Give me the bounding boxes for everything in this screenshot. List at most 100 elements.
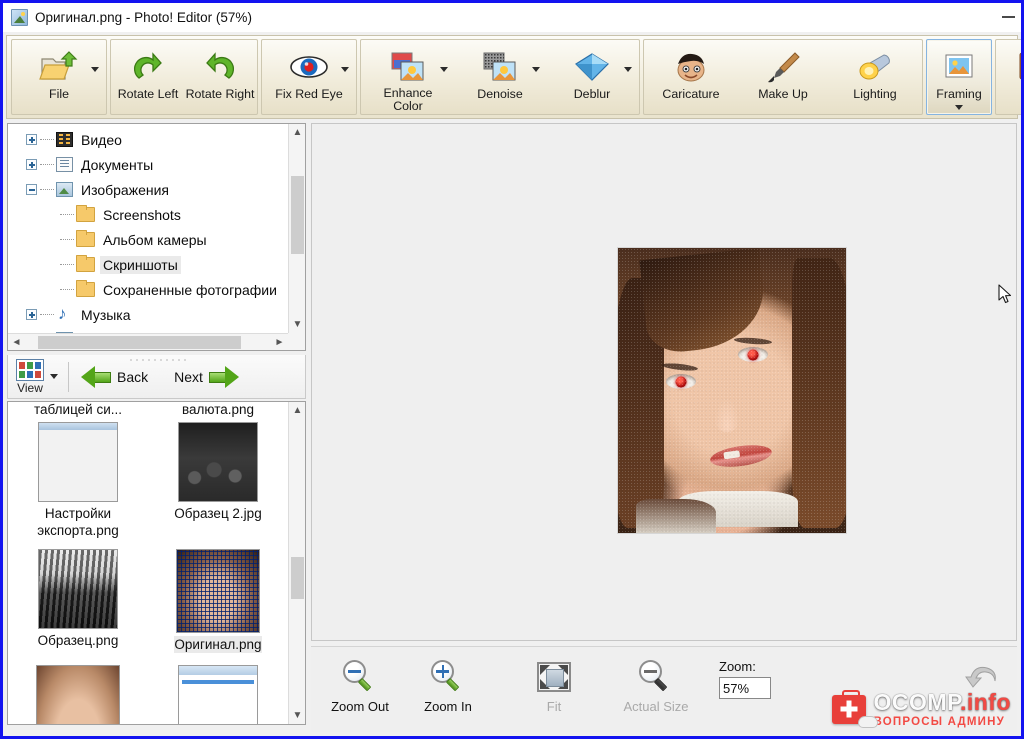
deblur-dropdown-caret[interactable] — [624, 67, 632, 72]
framing-dropdown-caret[interactable] — [955, 105, 963, 110]
thumbnail-label-selected: Оригинал.png — [174, 636, 262, 653]
tree-scroll-left-button[interactable]: ◄ — [8, 334, 25, 350]
tree-connector — [40, 139, 54, 140]
zoom-in-button[interactable]: Zoom In — [409, 657, 487, 714]
enhance-color-button[interactable]: Enhance Color — [362, 41, 454, 113]
next-button[interactable]: Next — [174, 365, 239, 388]
framing-label: Framing — [936, 87, 982, 101]
enhance-color-icon — [390, 48, 426, 85]
photo-eyebrow-right — [733, 336, 773, 346]
thumbnail-image — [38, 549, 118, 629]
toolbar-group-file: File — [11, 39, 107, 115]
help-book-icon: ? — [1017, 48, 1021, 86]
expand-icon[interactable] — [26, 134, 37, 145]
photo-mouth — [708, 441, 774, 471]
view-dropdown-caret[interactable] — [50, 374, 58, 379]
rotate-left-button[interactable]: Rotate Left — [112, 41, 184, 113]
undo-arrow-icon[interactable] — [965, 661, 999, 691]
tree-item-5[interactable]: Скриншоты — [8, 252, 288, 277]
denoise-dropdown-caret[interactable] — [532, 67, 540, 72]
file-label: File — [49, 87, 69, 101]
framing-button[interactable]: Framing — [928, 41, 990, 113]
make-up-button[interactable]: Make Up — [737, 41, 829, 113]
list-item[interactable]: Образец 2.jpg — [148, 418, 288, 539]
expand-icon[interactable] — [26, 309, 37, 320]
expand-icon[interactable] — [26, 159, 37, 170]
list-item[interactable]: Образец.png — [8, 545, 148, 653]
list-item[interactable] — [8, 661, 148, 724]
photo-preview[interactable] — [617, 247, 847, 534]
caricature-label: Caricature — [662, 87, 720, 101]
doc-icon — [56, 157, 73, 172]
view-button[interactable]: View — [8, 358, 64, 395]
thumbnail-scroll-thumb[interactable] — [291, 557, 304, 599]
fix-red-eye-dropdown-caret[interactable] — [341, 67, 349, 72]
caricature-face-icon — [673, 48, 709, 86]
zoom-out-button[interactable]: Zoom Out — [321, 657, 399, 714]
tree-scroll-down-button[interactable]: ▼ — [289, 316, 305, 333]
panel-grip[interactable] — [128, 358, 188, 362]
thumbnail-grid[interactable]: таблицей си... валюта.png Настройки эксп… — [8, 402, 288, 724]
folder-icon — [76, 280, 95, 297]
help-label: Help — [1020, 88, 1021, 101]
collapse-icon[interactable] — [26, 184, 37, 195]
scrollbar-corner — [288, 333, 305, 350]
list-item[interactable]: Оригинал.png — [148, 545, 288, 653]
window-title: Оригинал.png - Photo! Editor (57%) — [35, 10, 252, 25]
image-canvas[interactable] — [311, 123, 1017, 641]
deblur-button[interactable]: Deblur — [546, 41, 638, 113]
tree-horizontal-scrollbar[interactable]: ◄ ► — [8, 333, 288, 350]
tree-item-label: Сохраненные фотографии — [103, 281, 277, 298]
caricature-button[interactable]: Caricature — [645, 41, 737, 113]
tree-scroll-right-button[interactable]: ► — [271, 334, 288, 350]
tree-item-0[interactable]: Видео — [8, 127, 288, 152]
rotate-right-button[interactable]: Rotate Right — [184, 41, 256, 113]
tree-item-3[interactable]: Screenshots — [8, 202, 288, 227]
help-button[interactable]: ? Help — [997, 41, 1021, 113]
thumbnail-image — [178, 665, 258, 724]
list-item[interactable] — [148, 661, 288, 724]
tree-connector — [40, 189, 54, 190]
tree-scroll-thumb[interactable] — [291, 176, 304, 254]
photo-eye-right-red — [738, 347, 768, 362]
tree-item-1[interactable]: Документы — [8, 152, 288, 177]
folder-tree-list[interactable]: Видео Документы Изображения Screenshots Альб… — [8, 124, 288, 333]
lighting-button[interactable]: Lighting — [829, 41, 921, 113]
thumbnail-vertical-scrollbar[interactable]: ▲ ▼ — [288, 402, 305, 724]
make-up-label: Make Up — [758, 87, 808, 101]
tree-item-7[interactable]: Музыка — [8, 302, 288, 327]
toolbar-group-redeye: Fix Red Eye — [261, 39, 357, 115]
back-button[interactable]: Back — [81, 365, 148, 388]
zoom-input[interactable] — [719, 677, 771, 699]
fit-button[interactable]: Fit — [515, 657, 593, 714]
minimize-button[interactable] — [1002, 16, 1015, 18]
tree-hscroll-thumb[interactable] — [38, 336, 241, 349]
fit-label: Fit — [546, 699, 562, 714]
tree-item-4[interactable]: Альбом камеры — [8, 227, 288, 252]
framing-icon — [945, 48, 973, 86]
back-arrow-icon — [81, 365, 111, 388]
tree-item-label: Скриншоты — [100, 255, 181, 274]
tree-scroll-up-button[interactable]: ▲ — [289, 124, 305, 141]
tree-vertical-scrollbar[interactable]: ▲ ▼ — [288, 124, 305, 333]
toolbar-group-effects: Caricature Make Up Lighting — [643, 39, 923, 115]
thumbnail-scroll-down-button[interactable]: ▼ — [289, 707, 305, 724]
enhance-color-dropdown-caret[interactable] — [440, 67, 448, 72]
file-dropdown-caret[interactable] — [91, 67, 99, 72]
toolbar-group-help: ? Help — [995, 39, 1021, 115]
photo-collar — [636, 499, 716, 533]
thumbnail-scroll-up-button[interactable]: ▲ — [289, 402, 305, 419]
file-button[interactable]: File — [13, 41, 105, 113]
tree-connector — [40, 314, 54, 315]
denoise-button[interactable]: Denoise — [454, 41, 546, 113]
thumbnail-label: Настройки экспорта.png — [37, 506, 119, 538]
tree-item-6[interactable]: Сохраненные фотографии — [8, 277, 288, 302]
actual-size-button[interactable]: Actual Size — [617, 657, 695, 714]
photo-hair-right — [792, 258, 846, 528]
list-item[interactable]: Настройки экспорта.png — [8, 418, 148, 539]
tree-connector — [60, 239, 74, 240]
title-bar: Оригинал.png - Photo! Editor (57%) — [3, 3, 1021, 32]
browser-navigation-bar: View Back Next — [7, 355, 306, 399]
tree-item-2[interactable]: Изображения — [8, 177, 288, 202]
fix-red-eye-button[interactable]: Fix Red Eye — [263, 41, 355, 113]
